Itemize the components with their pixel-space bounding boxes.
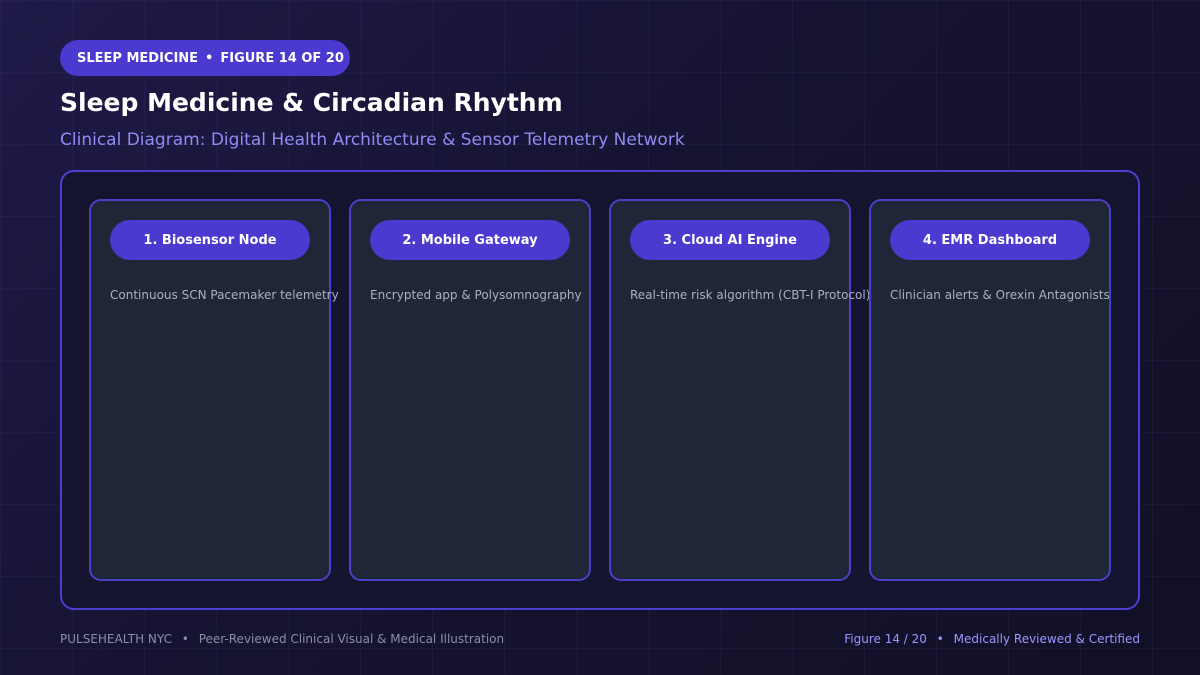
footer-separator: • — [181, 632, 189, 646]
footer-figure-line: Figure 14 / 20 • Medically Reviewed & Ce… — [844, 632, 1140, 646]
card-description: Clinician alerts & Orexin Antagonists — [890, 288, 1110, 302]
page-subtitle: Clinical Diagram: Digital Health Archite… — [60, 130, 685, 150]
card-label: 2. Mobile Gateway — [370, 220, 570, 260]
figure-label: FIGURE 14 OF 20 — [220, 50, 344, 66]
card-label: 1. Biosensor Node — [110, 220, 310, 260]
card-cloud-ai-engine: 3. Cloud AI Engine Real-time risk algori… — [609, 199, 870, 581]
category-label: SLEEP MEDICINE — [77, 50, 199, 66]
footer-figure-count: Figure 14 / 20 — [844, 632, 927, 646]
card-description: Encrypted app & Polysomnography — [370, 288, 582, 302]
card-biosensor-node: 1. Biosensor Node Continuous SCN Pacemak… — [89, 199, 339, 581]
footer-brand-line: PULSEHEALTH NYC • Peer-Reviewed Clinical… — [60, 632, 504, 646]
footer-tagline: Peer-Reviewed Clinical Visual & Medical … — [198, 632, 505, 646]
card-description: Continuous SCN Pacemaker telemetry — [110, 288, 339, 302]
card-description: Real-time risk algorithm (CBT-I Protocol… — [630, 288, 871, 302]
footer-certification: Medically Reviewed & Certified — [953, 632, 1140, 646]
card-label: 3. Cloud AI Engine — [630, 220, 830, 260]
footer-brand: PULSEHEALTH NYC — [60, 632, 172, 646]
badge-separator: • — [205, 50, 214, 66]
card-label: 4. EMR Dashboard — [890, 220, 1090, 260]
footer-separator: • — [936, 632, 944, 646]
page-title: Sleep Medicine & Circadian Rhythm — [60, 88, 563, 117]
card-emr-dashboard: 4. EMR Dashboard Clinician alerts & Orex… — [869, 199, 1111, 581]
card-mobile-gateway: 2. Mobile Gateway Encrypted app & Polyso… — [349, 199, 591, 581]
figure-badge: SLEEP MEDICINE • FIGURE 14 OF 20 — [60, 40, 350, 76]
